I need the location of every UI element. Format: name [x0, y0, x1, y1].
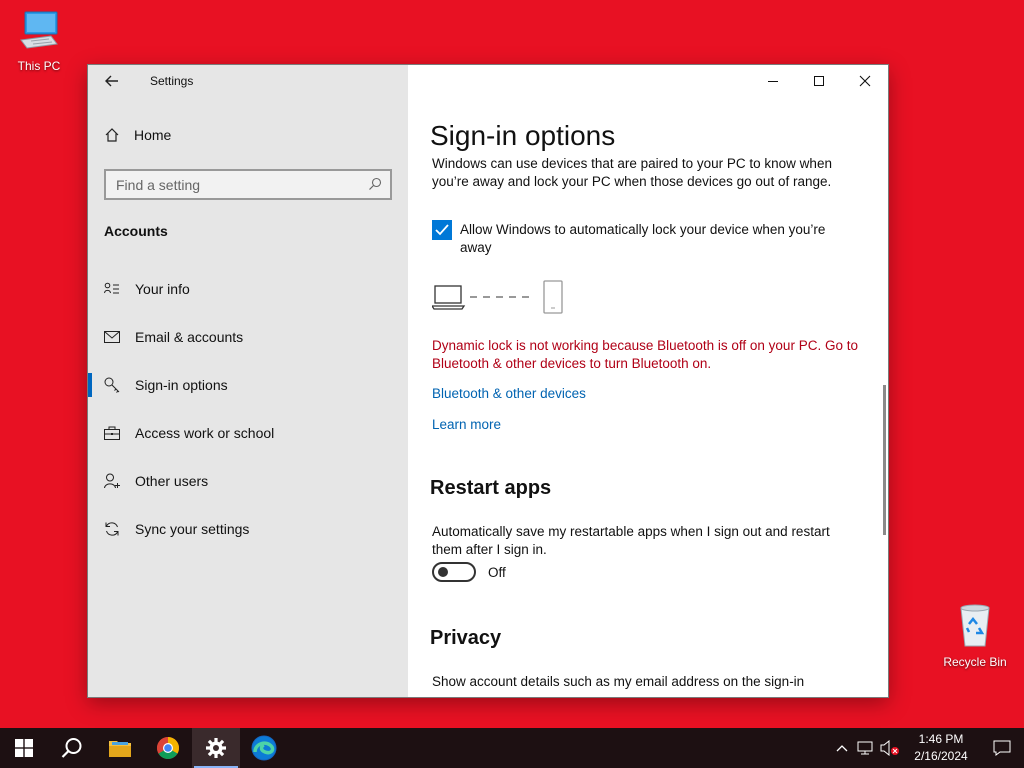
mail-icon — [104, 329, 120, 345]
sidebar: Settings Home Accounts Your — [88, 65, 408, 697]
scroll-area[interactable]: Windows can use devices that are paired … — [408, 157, 888, 697]
phone-icon — [543, 280, 563, 314]
show-hidden-icons-button[interactable] — [830, 728, 854, 768]
maximize-icon — [814, 76, 824, 86]
sidebar-item-your-info[interactable]: Your info — [88, 265, 408, 313]
minimize-icon — [768, 81, 778, 82]
sidebar-item-label: Access work or school — [135, 425, 275, 441]
search-icon[interactable] — [368, 177, 382, 196]
window-controls — [750, 65, 888, 97]
sidebar-item-sync-settings[interactable]: Sync your settings — [88, 505, 408, 553]
start-button[interactable] — [0, 728, 48, 768]
taskbar-file-explorer[interactable] — [96, 728, 144, 768]
gear-icon — [206, 738, 226, 758]
recycle-bin-icon — [937, 602, 1013, 651]
sidebar-item-sign-in-options[interactable]: Sign-in options — [88, 361, 408, 409]
sync-icon — [104, 521, 120, 537]
bluetooth-settings-link[interactable]: Bluetooth & other devices — [432, 386, 586, 401]
page-title: Sign-in options — [430, 120, 616, 151]
desktop-icon-recycle-bin[interactable]: Recycle Bin — [937, 602, 1013, 669]
sidebar-item-email-accounts[interactable]: Email & accounts — [88, 313, 408, 361]
sidebar-item-label: Sync your settings — [135, 521, 250, 537]
sidebar-item-label: Sign-in options — [135, 377, 228, 393]
toggle-knob — [438, 567, 448, 577]
taskbar: 1:46 PM 2/16/2024 — [0, 728, 1024, 768]
action-center-button[interactable] — [980, 728, 1024, 768]
system-tray: 1:46 PM 2/16/2024 — [830, 728, 1024, 768]
dynamic-lock-checkbox[interactable] — [432, 220, 452, 240]
dynamic-lock-description: Windows can use devices that are paired … — [432, 157, 832, 189]
search-input[interactable] — [116, 176, 356, 193]
windows-logo-icon — [15, 739, 33, 757]
clock-date: 2/16/2024 — [914, 749, 968, 763]
desktop-icon-label: This PC — [17, 59, 61, 73]
desktop-icon-label: Recycle Bin — [943, 655, 1007, 669]
close-button[interactable] — [842, 65, 888, 97]
dynamic-lock-error-message: Dynamic lock is not working because Blue… — [432, 338, 858, 371]
home-label: Home — [134, 127, 172, 143]
taskbar-edge[interactable] — [240, 728, 288, 768]
settings-window: Settings Home Accounts Your — [88, 65, 888, 697]
checkmark-icon — [435, 224, 449, 236]
sidebar-item-home[interactable]: Home — [104, 127, 171, 143]
restart-apps-description: Automatically save my restartable apps w… — [432, 524, 830, 557]
sidebar-item-other-users[interactable]: Other users — [88, 457, 408, 505]
privacy-description: Show account details such as my email ad… — [432, 674, 805, 689]
restart-apps-setting: Off — [432, 562, 506, 582]
search-button[interactable] — [48, 728, 96, 768]
laptop-icon — [430, 285, 466, 310]
dynamic-lock-option: Allow Windows to automatically lock your… — [432, 220, 860, 257]
restart-apps-heading: Restart apps — [430, 477, 552, 499]
volume-button[interactable] — [878, 728, 902, 768]
scrollbar-thumb[interactable] — [883, 385, 886, 535]
network-button[interactable] — [854, 728, 878, 768]
section-label: Accounts — [104, 223, 168, 239]
sidebar-item-access-work-school[interactable]: Access work or school — [88, 409, 408, 457]
volume-muted-icon — [880, 740, 899, 756]
taskbar-clock[interactable]: 1:46 PM 2/16/2024 — [902, 731, 980, 765]
folder-icon — [109, 741, 131, 757]
restart-apps-toggle[interactable] — [432, 562, 476, 582]
sidebar-nav: Your info Email & accounts Sign-in optio… — [88, 265, 408, 553]
back-button[interactable] — [98, 69, 126, 93]
search-box[interactable] — [104, 169, 392, 200]
key-icon — [104, 377, 120, 393]
edge-icon — [251, 735, 277, 761]
sidebar-item-label: Other users — [135, 473, 209, 489]
home-icon — [105, 128, 119, 142]
briefcase-icon — [104, 425, 120, 441]
maximize-button[interactable] — [796, 65, 842, 97]
sidebar-item-label: Email & accounts — [135, 329, 244, 345]
taskbar-chrome[interactable] — [144, 728, 192, 768]
main-content: Sign-in options Windows can use devices … — [408, 65, 888, 697]
close-icon — [859, 75, 871, 87]
back-arrow-icon — [105, 75, 118, 87]
privacy-heading: Privacy — [430, 627, 502, 649]
toggle-state-label: Off — [488, 564, 506, 580]
title-bar[interactable]: Settings — [88, 65, 408, 97]
paired-device-graphic — [430, 280, 572, 316]
chrome-icon — [157, 737, 179, 759]
network-icon — [857, 741, 873, 755]
sidebar-item-label: Your info — [135, 281, 190, 297]
person-card-icon — [104, 281, 120, 297]
taskbar-settings[interactable] — [192, 728, 240, 768]
notification-icon — [993, 740, 1011, 756]
clock-time: 1:46 PM — [918, 732, 964, 746]
computer-icon — [1, 10, 77, 55]
learn-more-link[interactable]: Learn more — [432, 417, 501, 432]
desktop-icon-this-pc[interactable]: This PC — [1, 10, 77, 73]
minimize-button[interactable] — [750, 65, 796, 97]
chevron-up-icon — [836, 745, 848, 752]
dynamic-lock-checkbox-label[interactable]: Allow Windows to automatically lock your… — [460, 221, 860, 257]
search-icon — [61, 738, 82, 758]
person-add-icon — [104, 473, 120, 489]
window-title: Settings — [150, 74, 194, 88]
